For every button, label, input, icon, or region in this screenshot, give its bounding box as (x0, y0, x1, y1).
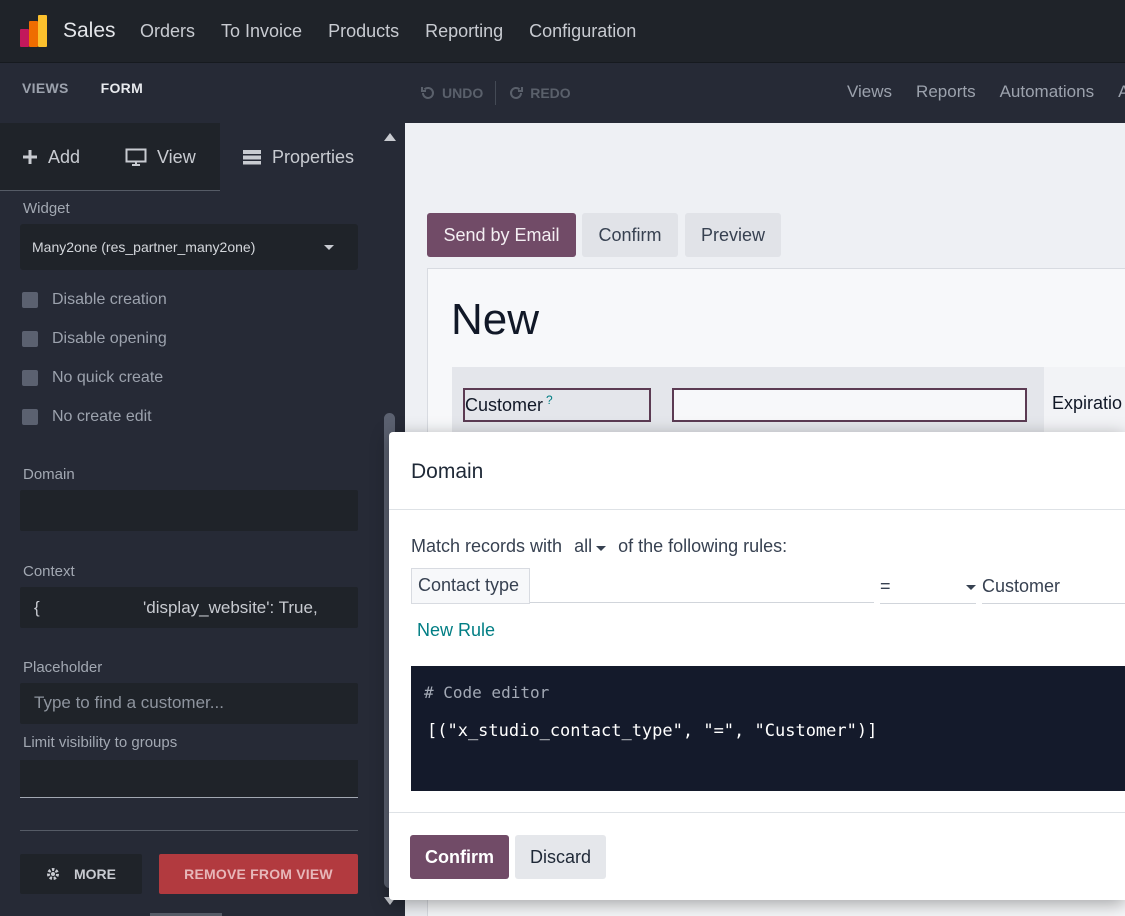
scroll-up-arrow-icon[interactable] (384, 133, 396, 141)
sidebar-tab-view[interactable]: View (103, 123, 220, 191)
send-by-email-button[interactable]: Send by Email (427, 213, 576, 257)
customer-label[interactable]: Customer? (463, 388, 651, 422)
undo-redo-group: UNDO REDO (420, 81, 571, 105)
sidebar-tab-add[interactable]: Add (0, 123, 103, 191)
checkbox[interactable] (22, 331, 38, 347)
checkbox[interactable] (22, 409, 38, 425)
code-editor-comment: # Code editor (424, 683, 550, 702)
record-title: New (451, 295, 540, 344)
match-line: Match records with all of the following … (411, 536, 788, 557)
link-reports[interactable]: Reports (916, 82, 976, 102)
server-icon (243, 150, 261, 165)
remove-from-view-button[interactable]: REMOVE FROM VIEW (159, 854, 358, 894)
option-disable-creation[interactable]: Disable creation (22, 291, 167, 309)
help-tooltip-icon[interactable]: ? (546, 393, 553, 407)
more-button[interactable]: MORE (20, 854, 142, 894)
widget-select[interactable]: Many2one (res_partner_many2one) (20, 224, 358, 270)
checkbox[interactable] (22, 370, 38, 386)
groups-label: Limit visibility to groups (23, 734, 178, 751)
domain-field[interactable] (20, 490, 358, 531)
option-disable-opening[interactable]: Disable opening (22, 330, 167, 348)
top-menu: Orders To Invoice Products Reporting Con… (140, 21, 636, 42)
discard-button[interactable]: Discard (515, 835, 606, 879)
option-no-create-edit[interactable]: No create edit (22, 408, 152, 426)
placeholder-label: Placeholder (23, 659, 103, 676)
rule-value-input[interactable]: Customer (982, 576, 1125, 604)
menu-reporting[interactable]: Reporting (425, 21, 503, 42)
sales-app-logo-icon[interactable] (18, 15, 50, 47)
caret-down-icon (596, 546, 607, 551)
match-mode-select[interactable]: all (574, 536, 607, 557)
menu-configuration[interactable]: Configuration (529, 21, 636, 42)
redo-icon (510, 86, 524, 99)
redo-button[interactable]: REDO (508, 85, 571, 101)
link-views[interactable]: Views (847, 82, 892, 102)
widget-label: Widget (23, 200, 70, 217)
context-field[interactable]: { 'display_website': True, (20, 587, 358, 628)
code-editor[interactable]: # Code editor [("x_studio_contact_type",… (411, 666, 1125, 791)
undo-redo-divider (495, 81, 497, 105)
studio-tab-form[interactable]: FORM (101, 80, 143, 96)
undo-button[interactable]: UNDO (420, 85, 483, 101)
option-no-quick-create[interactable]: No quick create (22, 369, 163, 387)
new-rule-link[interactable]: New Rule (417, 620, 495, 641)
menu-products[interactable]: Products (328, 21, 399, 42)
menu-to-invoice[interactable]: To Invoice (221, 21, 302, 42)
monitor-icon (125, 148, 147, 166)
sidebar-tabs: Add View Properties (0, 123, 378, 191)
studio-tab-views[interactable]: VIEWS (22, 80, 69, 96)
code-editor-domain[interactable]: [("x_studio_contact_type", "=", "Custome… (427, 721, 877, 741)
checkbox[interactable] (22, 292, 38, 308)
domain-label: Domain (23, 466, 75, 483)
groups-select[interactable] (20, 760, 358, 798)
dialog-header: Domain (389, 432, 1125, 510)
link-truncated[interactable]: A (1118, 82, 1125, 102)
gear-icon (47, 868, 59, 880)
rule-field-select[interactable]: Contact type (411, 568, 530, 604)
top-navbar: Sales Orders To Invoice Products Reporti… (0, 0, 1125, 63)
placeholder-input[interactable]: Type to find a customer... (20, 683, 358, 724)
menu-orders[interactable]: Orders (140, 21, 195, 42)
divider (20, 830, 358, 831)
dialog-title: Domain (411, 460, 484, 483)
rule-field-underline (530, 602, 874, 603)
caret-down-icon (966, 585, 976, 590)
link-automations[interactable]: Automations (1000, 82, 1095, 102)
confirm-order-button[interactable]: Confirm (582, 213, 678, 257)
tab-underline (0, 190, 220, 191)
confirm-button[interactable]: Confirm (410, 835, 509, 879)
context-label: Context (23, 563, 75, 580)
rule-operator-select[interactable]: = (880, 576, 976, 604)
chevron-down-icon (324, 245, 334, 250)
customer-field[interactable] (672, 388, 1027, 422)
expiration-label: Expiratio (1052, 393, 1123, 413)
sidebar-tab-properties[interactable]: Properties (220, 123, 378, 191)
preview-button[interactable]: Preview (685, 213, 781, 257)
studio-sidebar: Add View Properties Widget Many2one (res… (0, 123, 378, 916)
domain-dialog: Domain Match records with all of the fol… (389, 432, 1125, 900)
undo-icon (421, 86, 434, 99)
dialog-footer-divider (389, 812, 1125, 813)
plus-icon (23, 150, 37, 164)
studio-toolbar: VIEWS FORM UNDO REDO Views Reports Autom… (0, 63, 1125, 123)
app-name[interactable]: Sales (63, 19, 116, 43)
